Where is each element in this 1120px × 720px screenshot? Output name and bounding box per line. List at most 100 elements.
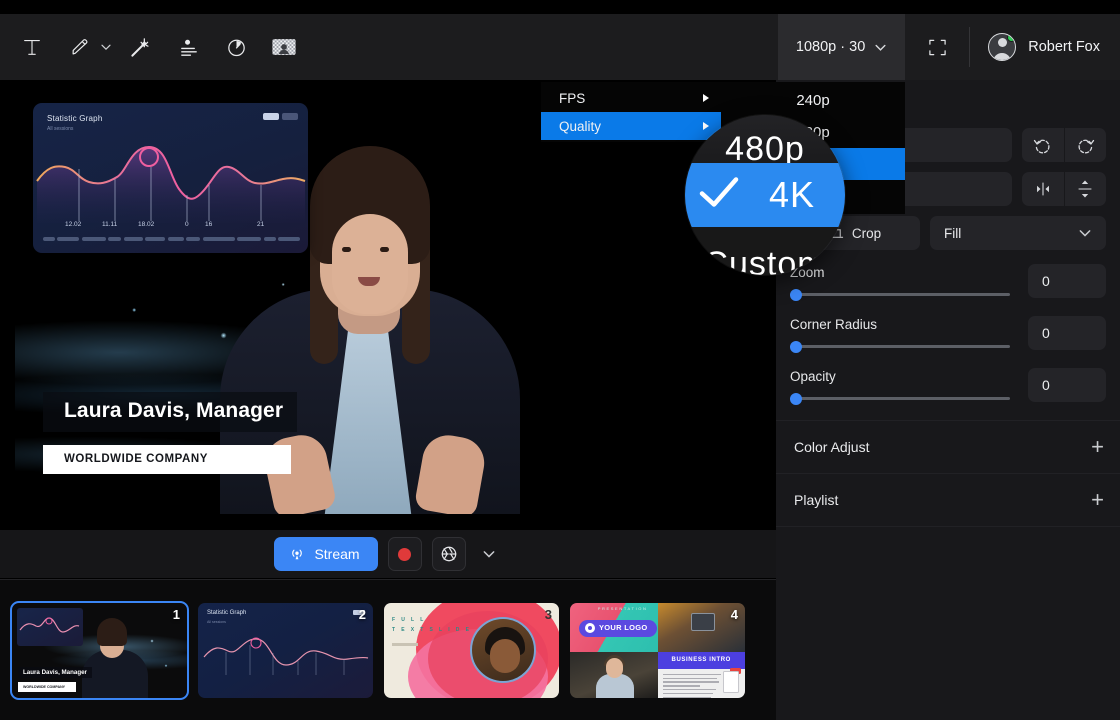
align-icon — [177, 36, 200, 59]
flip-vertical-button[interactable] — [1064, 172, 1107, 206]
magnifier-below-label: Custom — [703, 245, 826, 275]
fit-mode-select[interactable]: Fill — [930, 216, 1106, 250]
thumb-number: 3 — [545, 607, 552, 622]
thumb-line-1: F U L L — [392, 617, 426, 623]
slider-group: Zoom 0 Corner Radius 0 — [776, 264, 1120, 402]
x-tick: 0 — [185, 221, 189, 228]
video-preview[interactable]: Statistic Graph All sessions — [15, 89, 760, 514]
opacity-slider-track[interactable] — [790, 397, 1010, 400]
quality-option-label: 240p — [796, 92, 829, 109]
chevron-down-icon — [482, 547, 496, 561]
preview-stage: Statistic Graph All sessions — [0, 80, 776, 530]
scene-thumbnail-strip: Laura Davis, Manager WORLDWIDE COMPANY 1… — [0, 579, 776, 720]
timer-icon — [225, 36, 248, 59]
opacity-value-input[interactable]: 0 — [1028, 368, 1106, 402]
scene-thumbnail-1[interactable]: Laura Davis, Manager WORLDWIDE COMPANY 1 — [12, 603, 187, 698]
magnifier-lens: 480p 4K Custom — [685, 115, 845, 275]
chevron-down-icon — [100, 41, 112, 53]
thumb-number: 2 — [359, 607, 366, 622]
transparent-background-icon — [271, 36, 297, 58]
thumb-company-label: WORLDWIDE COMPANY — [18, 682, 76, 692]
magnifier-below-item: Custom — [685, 227, 845, 275]
scene-thumbnail-2[interactable]: Statistic Graph All sessions 2 — [198, 603, 373, 698]
stream-button[interactable]: Stream — [274, 537, 377, 571]
plus-icon[interactable]: + — [1091, 436, 1104, 458]
thumb-logo-label: YOUR LOGO — [599, 623, 648, 632]
scene-thumbnail-3[interactable]: F U L L T E X T S L I D E 3 — [384, 603, 559, 698]
x-tick: 18.02 — [138, 221, 154, 228]
stream-label: Stream — [314, 546, 359, 562]
x-tick: 16 — [205, 221, 212, 228]
thumb-logo: YOUR LOGO — [579, 620, 657, 637]
flip-horizontal-button[interactable] — [1022, 172, 1064, 206]
corner-radius-label: Corner Radius — [790, 317, 1010, 332]
corner-radius-value: 0 — [1042, 325, 1050, 341]
user-profile[interactable]: Robert Fox — [970, 14, 1120, 80]
corner-radius-slider-knob[interactable] — [790, 341, 802, 353]
quality-option-240p[interactable]: 240p — [721, 84, 905, 116]
opacity-slider-knob[interactable] — [790, 393, 802, 405]
magnifier-focused-label: 4K — [769, 174, 815, 216]
corner-radius-value-input[interactable]: 0 — [1028, 316, 1106, 350]
top-toolbar: 1080p · 30 Robert Fox — [0, 14, 1120, 80]
menu-item-fps[interactable]: FPS — [541, 84, 721, 112]
timer-tool-button[interactable] — [214, 25, 258, 69]
zoom-value-input[interactable]: 0 — [1028, 264, 1106, 298]
stat-card-title: Statistic Graph — [47, 114, 102, 123]
opacity-label: Opacity — [790, 369, 1010, 384]
online-status-dot — [1007, 33, 1016, 42]
rotate-buttons — [1022, 128, 1106, 162]
chevron-down-icon — [874, 41, 887, 54]
rotate-left-button[interactable] — [1022, 128, 1064, 162]
color-adjust-label: Color Adjust — [794, 439, 869, 455]
logo-ring-icon — [585, 623, 595, 633]
checkmark-icon — [697, 175, 741, 216]
zoom-slider-track[interactable] — [790, 293, 1010, 296]
rotate-left-icon — [1033, 136, 1052, 155]
record-button[interactable] — [388, 537, 422, 571]
stat-card-subtitle: All sessions — [47, 126, 73, 132]
pen-icon — [69, 36, 91, 58]
broadcast-icon — [289, 546, 305, 562]
record-dot-icon — [398, 548, 411, 561]
magic-tool-button[interactable] — [118, 25, 162, 69]
statistic-graph-overlay[interactable]: Statistic Graph All sessions — [33, 103, 308, 253]
crop-label: Crop — [852, 226, 881, 241]
lower-third-name: Laura Davis, Manager — [43, 392, 297, 432]
menu-item-label: FPS — [559, 91, 585, 106]
opacity-slider-row: Opacity 0 — [790, 368, 1106, 402]
scene-thumbnail-4[interactable]: PRESENTATION YOUR LOGO BUSINESS INTRO 4 — [570, 603, 745, 698]
more-options-button[interactable] — [476, 537, 502, 571]
align-tool-button[interactable] — [166, 25, 210, 69]
background-tool-button[interactable] — [262, 25, 306, 69]
x-tick: 11.11 — [102, 221, 117, 228]
control-bar: Stream — [0, 530, 776, 578]
text-icon — [21, 36, 43, 58]
rotate-right-button[interactable] — [1064, 128, 1107, 162]
playlist-section[interactable]: Playlist + — [776, 474, 1120, 527]
thumb-number: 1 — [173, 607, 180, 622]
aperture-icon — [440, 545, 458, 563]
color-adjust-section[interactable]: Color Adjust + — [776, 421, 1120, 474]
submenu-arrow-icon — [703, 94, 709, 102]
text-tool-button[interactable] — [10, 25, 54, 69]
fullscreen-button[interactable] — [905, 14, 969, 80]
thumb-line-2: T E X T S L I D E — [392, 627, 471, 633]
zoom-value: 0 — [1042, 273, 1050, 289]
corner-radius-slider-track[interactable] — [790, 345, 1010, 348]
plus-icon[interactable]: + — [1091, 489, 1104, 511]
corner-radius-slider-row: Corner Radius 0 — [790, 316, 1106, 350]
zoom-slider-knob[interactable] — [790, 289, 802, 301]
x-tick: 21 — [257, 221, 264, 228]
magnifier-above-item: 480p — [685, 115, 845, 163]
thumb-number: 4 — [731, 607, 738, 622]
capture-button[interactable] — [432, 537, 466, 571]
resolution-selector[interactable]: 1080p · 30 — [778, 14, 905, 80]
thumb-chart — [198, 631, 373, 679]
pen-tool-button[interactable] — [58, 25, 102, 69]
magic-wand-icon — [129, 36, 152, 59]
thumb-header: PRESENTATION — [598, 606, 648, 611]
pen-dropdown-button[interactable] — [98, 25, 114, 69]
magnifier-above-label: 480p — [725, 130, 805, 164]
stat-card-chips — [263, 113, 298, 120]
